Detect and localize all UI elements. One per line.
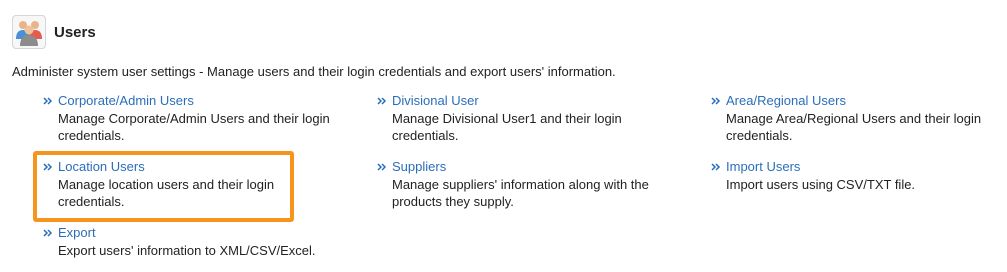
page-header: Users — [12, 12, 96, 52]
suppliers-link[interactable]: Suppliers — [392, 158, 677, 176]
bullet-arrow-icon — [711, 163, 721, 171]
corporate-admin-users-desc: Manage Corporate/Admin Users and their l… — [58, 110, 330, 144]
bullet-arrow-icon — [377, 163, 387, 171]
divisional-user-link[interactable]: Divisional User — [392, 92, 677, 110]
bullet-arrow-icon — [43, 229, 53, 237]
item-export: Export Export users' information to XML/… — [43, 224, 383, 259]
item-suppliers: Suppliers Manage suppliers' information … — [377, 158, 677, 211]
export-link[interactable]: Export — [58, 224, 383, 242]
export-desc: Export users' information to XML/CSV/Exc… — [58, 242, 316, 258]
users-group-icon — [12, 15, 46, 49]
area-regional-users-link[interactable]: Area/Regional Users — [726, 92, 1001, 110]
import-users-link[interactable]: Import Users — [726, 158, 1001, 176]
page-description: Administer system user settings - Manage… — [12, 64, 616, 79]
area-regional-users-desc: Manage Area/Regional Users and their log… — [726, 110, 982, 144]
corporate-admin-users-link[interactable]: Corporate/Admin Users — [58, 92, 343, 110]
suppliers-desc: Manage suppliers' information along with… — [392, 176, 649, 210]
divisional-user-desc: Manage Divisional User1 and their login … — [392, 110, 622, 144]
bullet-arrow-icon — [711, 97, 721, 105]
item-location-users: Location Users Manage location users and… — [43, 158, 343, 211]
bullet-arrow-icon — [43, 97, 53, 105]
bullet-arrow-icon — [377, 97, 387, 105]
location-users-link[interactable]: Location Users — [58, 158, 343, 176]
item-import-users: Import Users Import users using CSV/TXT … — [711, 158, 1001, 193]
import-users-desc: Import users using CSV/TXT file. — [726, 176, 916, 192]
item-corporate-admin-users: Corporate/Admin Users Manage Corporate/A… — [43, 92, 343, 145]
item-area-regional-users: Area/Regional Users Manage Area/Regional… — [711, 92, 1001, 145]
page-title: Users — [54, 23, 96, 41]
item-divisional-user: Divisional User Manage Divisional User1 … — [377, 92, 677, 145]
location-users-desc: Manage location users and their login cr… — [58, 176, 275, 210]
bullet-arrow-icon — [43, 163, 53, 171]
